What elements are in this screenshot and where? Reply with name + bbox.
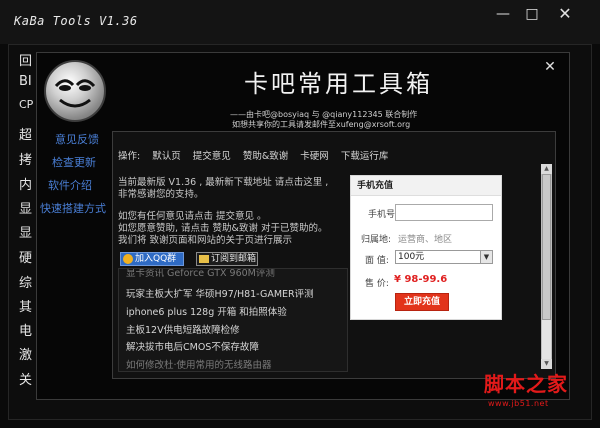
list-item[interactable]: 解决拔市电后CMOS不保存故障	[126, 339, 259, 353]
list-item[interactable]: 玩家主板大扩军 华硕H97/H81-GAMER评测	[126, 286, 314, 300]
operation-menu: 操作: 默认页 提交意见 赞助&致谢 卡硬网 下载运行库	[118, 148, 397, 162]
menu-item-sponsor[interactable]: 赞助&致谢	[243, 151, 288, 162]
region-label: 归属地:	[361, 235, 392, 245]
join-qq-label: 加入QQ群	[135, 254, 177, 264]
menu-item-default[interactable]: 默认页	[152, 151, 181, 162]
amount-label: 面 值:	[365, 256, 389, 266]
subscribe-mail-label: 订阅到邮箱	[211, 254, 257, 264]
sidebar-item[interactable]: 关	[19, 369, 32, 388]
price-value: ¥ 98-99.6	[394, 274, 448, 285]
sidebar-item[interactable]: 硬	[19, 247, 32, 266]
sidebar-item[interactable]: 电	[19, 320, 32, 339]
site-watermark-url: www.jb51.net	[488, 399, 549, 408]
sidebar-item[interactable]: 超	[19, 124, 32, 143]
maximize-button[interactable]: □	[522, 4, 542, 24]
news-list: 显卡资讯 Geforce GTX 960M评测 玩家主板大扩军 华硕H97/H8…	[118, 268, 348, 372]
credit-line: 如想共享你的工具请发邮件至xufeng@xrsoft.org	[232, 120, 411, 129]
scroll-up-icon[interactable]: ▲	[541, 164, 552, 174]
mail-icon	[199, 255, 209, 263]
sidebar-item[interactable]: 综	[19, 272, 32, 291]
site-watermark: 脚本之家	[484, 372, 568, 396]
check-update-link[interactable]: 检查更新	[52, 154, 96, 170]
smiley-logo-icon	[44, 60, 106, 122]
amount-selected: 100元	[398, 252, 425, 262]
info-line: 非常感谢您的支持。	[118, 189, 204, 200]
recharge-submit-button[interactable]: 立即充值	[395, 293, 449, 311]
sidebar-item[interactable]: 显	[19, 198, 32, 217]
app-title: KaBa Tools V1.36	[14, 14, 138, 28]
chevron-down-icon: ▼	[480, 251, 492, 263]
phone-number-input[interactable]	[395, 204, 493, 221]
feedback-link[interactable]: 意见反馈	[55, 131, 99, 147]
list-item[interactable]: 如何修改杜·使用常用的无线路由器	[126, 357, 272, 371]
region-value: 运营商、地区	[398, 235, 453, 245]
subscribe-mail-button[interactable]: 订阅到邮箱	[196, 252, 258, 266]
sidebar-item[interactable]: 拷	[19, 149, 32, 168]
dialog-title: 卡吧常用工具箱	[244, 70, 433, 98]
list-item[interactable]: 主板12V供电短路故障检修	[126, 322, 240, 336]
sidebar-item[interactable]: BI	[19, 74, 32, 89]
scrollbar-thumb[interactable]	[542, 174, 551, 320]
menu-item-feedback[interactable]: 提交意见	[193, 151, 231, 162]
menu-label: 操作:	[118, 151, 141, 162]
recharge-header: 手机充值	[351, 176, 501, 196]
close-button[interactable]: ✕	[555, 4, 575, 24]
amount-select[interactable]: 100元 ▼	[395, 250, 493, 264]
minimize-button[interactable]: —	[493, 4, 513, 24]
menu-item-kaying[interactable]: 卡硬网	[300, 151, 329, 162]
sidebar-item[interactable]: 激	[19, 344, 32, 363]
dialog-close-button[interactable]: ✕	[541, 58, 559, 76]
qq-icon	[123, 254, 133, 264]
join-qq-group-button[interactable]: 加入QQ群	[120, 252, 184, 266]
info-line: 我们将 致谢页面和网站的关于页进行展示	[118, 235, 293, 246]
sidebar-item[interactable]: 内	[19, 174, 32, 193]
sidebar-item[interactable]: 回	[19, 50, 32, 69]
sidebar-item[interactable]: 显	[19, 222, 32, 241]
list-item[interactable]: 显卡资讯 Geforce GTX 960M评测	[126, 269, 275, 279]
menu-item-runtime[interactable]: 下载运行库	[341, 151, 389, 162]
phone-label: 手机号:	[368, 210, 399, 220]
sidebar-item[interactable]: 其	[19, 296, 32, 315]
software-intro-link[interactable]: 软件介绍	[48, 177, 92, 193]
sidebar-item[interactable]: CP	[19, 98, 33, 111]
price-label: 售 价:	[365, 279, 389, 289]
quick-setup-link[interactable]: 快速搭建方式	[40, 200, 106, 216]
list-item[interactable]: iphone6 plus 128g 开箱 和拍照体验	[126, 304, 287, 318]
